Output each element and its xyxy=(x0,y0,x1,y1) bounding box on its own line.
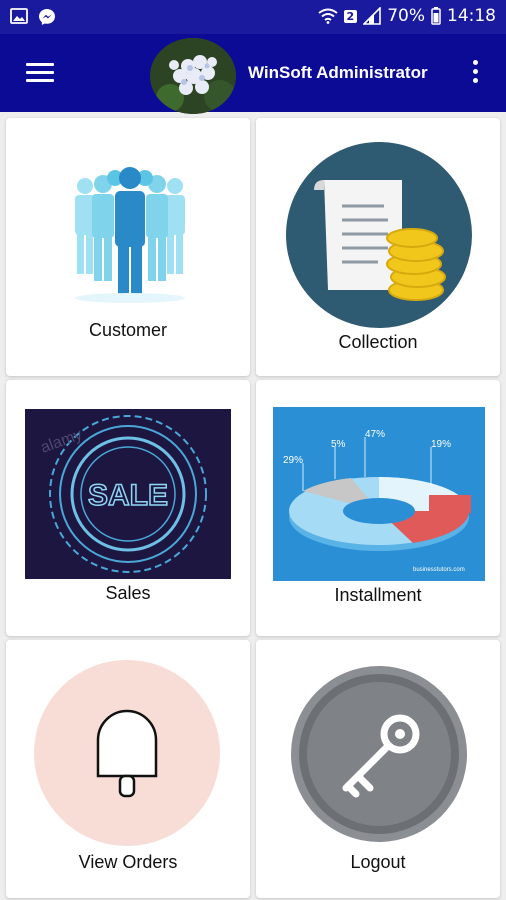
more-vert-icon[interactable] xyxy=(468,60,482,86)
signal-icon xyxy=(363,7,382,25)
battery-icon xyxy=(431,7,441,25)
app-title: WinSoft Administrator xyxy=(248,63,428,82)
sales-label: Sales xyxy=(105,583,151,603)
sale-badge-image: SALE alamy xyxy=(25,409,231,579)
customer-label: Customer xyxy=(88,320,168,340)
customer-tile[interactable]: Customer xyxy=(6,118,250,376)
chart-percent-1: 29% xyxy=(283,455,303,466)
logout-tile[interactable]: Logout xyxy=(256,640,500,898)
customer-group-icon xyxy=(63,164,197,304)
battery-percent: 70% xyxy=(387,6,425,26)
view-orders-tile[interactable]: View Orders xyxy=(6,640,250,898)
clock: 14:18 xyxy=(447,6,496,26)
messenger-icon xyxy=(39,9,55,25)
collection-tile[interactable]: Collection xyxy=(256,118,500,376)
chart-percent-4: 19% xyxy=(431,439,451,450)
collection-label: Collection xyxy=(338,332,418,352)
logout-label: Logout xyxy=(350,852,406,872)
view-orders-label: View Orders xyxy=(78,852,178,872)
wifi-icon xyxy=(317,8,338,24)
collection-icon xyxy=(284,140,474,330)
status-notifications xyxy=(10,8,56,26)
view-orders-icon xyxy=(32,658,222,848)
avatar[interactable] xyxy=(150,38,236,114)
logout-icon xyxy=(286,664,472,844)
status-bar: 2 70% 14:18 xyxy=(0,0,506,34)
chart-footer: businesstutors.com xyxy=(413,567,465,573)
chart-percent-2: 5% xyxy=(331,439,346,450)
app-bar: WinSoft Administrator xyxy=(0,34,506,114)
sales-tile[interactable]: SALE alamy Sales xyxy=(6,380,250,636)
installment-tile[interactable]: 29% 5% 47% 19% businesstutors.com Instal… xyxy=(256,380,500,636)
sale-text: SALE xyxy=(88,479,168,512)
installment-chart-image: 29% 5% 47% 19% businesstutors.com xyxy=(273,407,485,581)
chart-percent-3: 47% xyxy=(365,429,385,440)
status-indicators: 2 70% 14:18 xyxy=(317,6,496,26)
installment-label: Installment xyxy=(334,585,422,605)
sim-badge: 2 xyxy=(343,9,358,23)
menu-icon[interactable] xyxy=(26,63,54,83)
image-icon xyxy=(10,8,28,24)
